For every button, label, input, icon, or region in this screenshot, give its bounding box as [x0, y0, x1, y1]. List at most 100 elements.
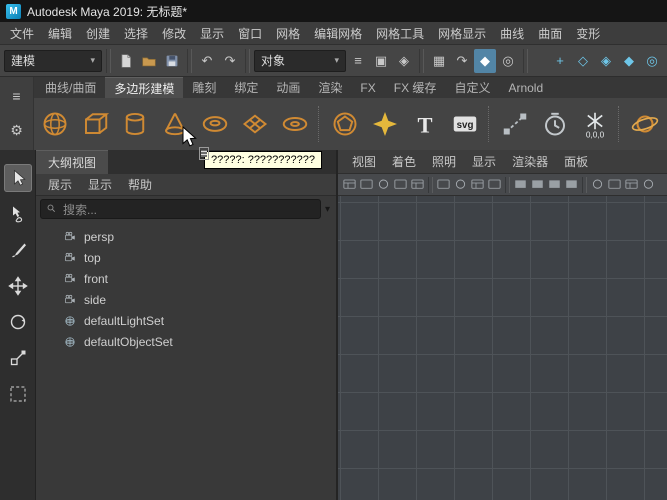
type-tool-icon[interactable]: T — [406, 105, 444, 143]
measure-distance-icon[interactable] — [496, 105, 534, 143]
make-live-icon[interactable]: ◎ — [497, 49, 519, 73]
outliner-item[interactable]: top — [36, 247, 336, 268]
snap-to-curve-icon[interactable]: ↷ — [451, 49, 473, 73]
menu-item[interactable]: 文件 — [3, 22, 41, 45]
shelf-tab[interactable]: 多边形建模 — [105, 77, 183, 98]
rotate-tool-icon[interactable] — [4, 308, 32, 336]
new-scene-icon[interactable] — [115, 49, 137, 73]
menu-item[interactable]: 选择 — [117, 22, 155, 45]
lasso-select-tool-icon[interactable] — [4, 200, 32, 228]
outliner-item[interactable]: defaultObjectSet — [36, 331, 336, 352]
selection-mask-selector[interactable]: 对象 ▾ — [254, 50, 346, 72]
outliner-menu-item[interactable]: 展示 — [40, 174, 80, 195]
isolate-select-icon[interactable] — [640, 176, 657, 193]
menu-item[interactable]: 窗口 — [231, 22, 269, 45]
camera-attributes-icon[interactable] — [375, 176, 392, 193]
grid-icon[interactable] — [469, 176, 486, 193]
image-plane-icon[interactable] — [409, 176, 426, 193]
scale-tool-icon[interactable] — [4, 344, 32, 372]
menu-item[interactable]: 网格工具 — [369, 22, 431, 45]
save-scene-icon[interactable] — [161, 49, 183, 73]
select-by-component-icon[interactable]: ◈ — [393, 49, 415, 73]
menu-item[interactable]: 编辑网格 — [307, 22, 369, 45]
viewport-menu-item[interactable]: 渲染器 — [504, 151, 556, 172]
field-chart-icon[interactable] — [529, 176, 546, 193]
shelf-tab[interactable]: 自定义 — [445, 77, 499, 98]
shelf-tab[interactable]: FX — [351, 77, 384, 98]
paint-select-tool-icon[interactable] — [4, 236, 32, 264]
textured-display-icon[interactable] — [623, 176, 640, 193]
wireframe-display-icon[interactable] — [589, 176, 606, 193]
snap-to-origin-icon[interactable]: 0,0,0 — [576, 105, 614, 143]
outliner-item[interactable]: front — [36, 268, 336, 289]
svg-tool-icon[interactable]: svg — [446, 105, 484, 143]
shelf-tab[interactable]: 动画 — [267, 77, 309, 98]
safe-title-icon[interactable] — [563, 176, 580, 193]
platonic-solid-icon[interactable] — [326, 105, 364, 143]
outliner-menu-item[interactable]: 显示 — [80, 174, 120, 195]
undo-icon[interactable]: ↶ — [196, 49, 218, 73]
select-by-object-type-icon[interactable]: ▣ — [370, 49, 392, 73]
select-tool-icon[interactable] — [4, 164, 32, 192]
poly-cylinder-icon[interactable] — [116, 105, 154, 143]
shelf-tab[interactable]: FX 缓存 — [385, 77, 446, 98]
shaded-display-icon[interactable] — [606, 176, 623, 193]
lock-camera-icon[interactable] — [358, 176, 375, 193]
shelf-tab[interactable]: 雕刻 — [183, 77, 225, 98]
menu-item[interactable]: 曲面 — [531, 22, 569, 45]
menu-item[interactable]: 显示 — [193, 22, 231, 45]
select-camera-icon[interactable] — [341, 176, 358, 193]
safe-action-icon[interactable] — [546, 176, 563, 193]
grease-pencil-icon[interactable] — [452, 176, 469, 193]
outliner-item[interactable]: persp — [36, 226, 336, 247]
outliner-item[interactable]: defaultLightSet — [36, 310, 336, 331]
viewport-menu-item[interactable]: 照明 — [424, 151, 464, 172]
shelf-menu-icon[interactable]: ≡ — [5, 85, 29, 107]
viewport-canvas[interactable] — [338, 196, 667, 500]
shelf-tab[interactable]: 绑定 — [225, 77, 267, 98]
shelf-tab[interactable]: 曲线/曲面 — [36, 77, 105, 98]
poly-disc-icon[interactable] — [276, 105, 314, 143]
last-tool-icon[interactable] — [4, 380, 32, 408]
viewport-menu-item[interactable]: 显示 — [464, 151, 504, 172]
viewport-menu-item[interactable]: 着色 — [384, 151, 424, 172]
sweep-mesh-icon[interactable] — [626, 105, 664, 143]
move-tool-icon[interactable] — [4, 272, 32, 300]
2d-pan-zoom-icon[interactable] — [435, 176, 452, 193]
select-by-hierarchy-icon[interactable]: ≡ — [347, 49, 369, 73]
snap-to-point-icon[interactable]: ◆ — [474, 49, 496, 73]
shelf-tab[interactable]: 渲染 — [309, 77, 351, 98]
title-bar[interactable]: M Autodesk Maya 2019: 无标题* — [0, 0, 667, 22]
outliner-menu-item[interactable]: 帮助 — [120, 174, 160, 195]
viewport-menu-item[interactable]: 视图 — [344, 151, 384, 172]
viewport-menu-item[interactable]: 面板 — [556, 151, 596, 172]
menu-item[interactable]: 网格显示 — [431, 22, 493, 45]
search-input[interactable]: 搜索... — [40, 199, 321, 219]
outliner-title-tab[interactable]: 大纲视图 — [36, 150, 108, 174]
poly-cube-icon[interactable] — [76, 105, 114, 143]
sequence-time-icon[interactable] — [536, 105, 574, 143]
menu-item[interactable]: 曲线 — [493, 22, 531, 45]
construction-history-icon[interactable]: ◆ — [618, 49, 640, 73]
outliner-item[interactable]: side — [36, 289, 336, 310]
shelf-tab[interactable]: Arnold — [499, 77, 552, 98]
shelf-gear-icon[interactable]: ⚙ — [5, 120, 29, 142]
poly-cone-icon[interactable] — [156, 105, 194, 143]
menu-item[interactable]: 编辑 — [41, 22, 79, 45]
open-editor-icon[interactable]: ◎ — [641, 49, 663, 73]
redo-icon[interactable]: ↷ — [219, 49, 241, 73]
snap-to-grid-icon[interactable]: ▦ — [428, 49, 450, 73]
universal-manipulator-icon[interactable]: + — [549, 49, 571, 73]
menu-item[interactable]: 网格 — [269, 22, 307, 45]
output-connections-icon[interactable]: ◈ — [595, 49, 617, 73]
menu-item[interactable]: 变形 — [569, 22, 607, 45]
menu-item[interactable]: 创建 — [79, 22, 117, 45]
poly-plane-icon[interactable] — [236, 105, 274, 143]
menu-set-selector[interactable]: 建模 ▾ — [4, 50, 102, 72]
menu-item[interactable]: 修改 — [155, 22, 193, 45]
bookmark-icon[interactable] — [392, 176, 409, 193]
gate-mask-icon[interactable] — [512, 176, 529, 193]
open-scene-icon[interactable] — [138, 49, 160, 73]
input-connections-icon[interactable]: ◇ — [572, 49, 594, 73]
super-shape-icon[interactable] — [366, 105, 404, 143]
